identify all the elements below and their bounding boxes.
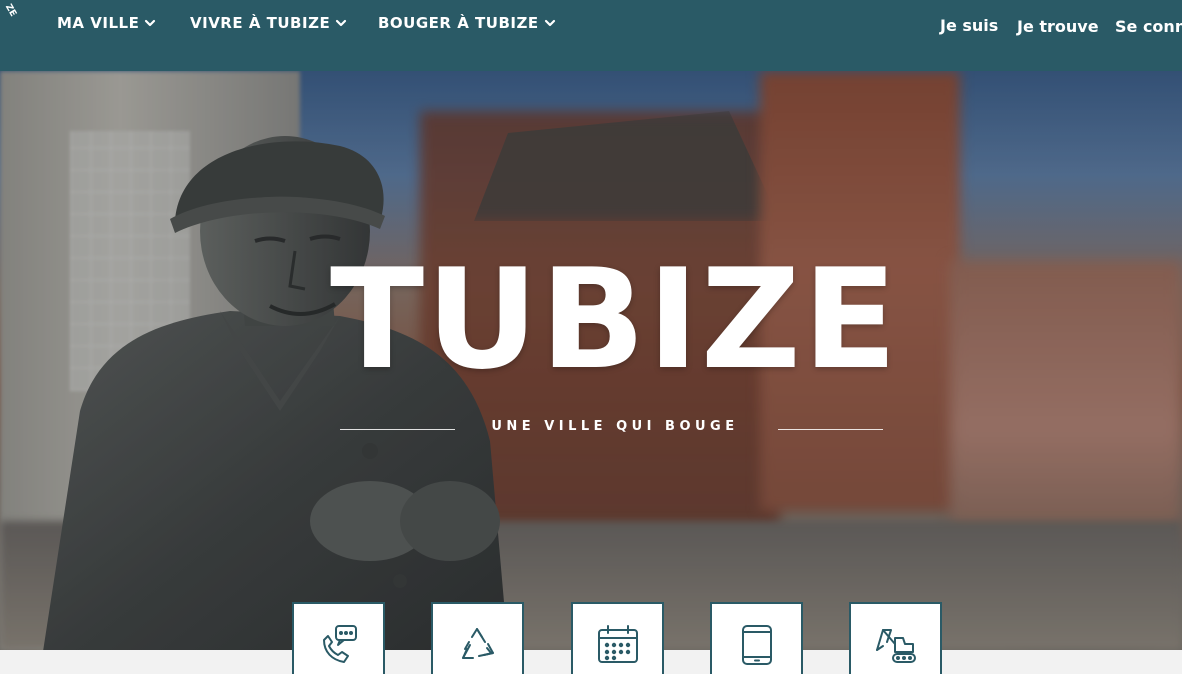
phone-chat-icon [322,625,357,663]
hero-tagline: UNE VILLE QUI BOUGE [491,419,739,434]
quick-access-agenda[interactable] [571,602,664,674]
quick-access-travaux[interactable] [849,602,942,674]
site-logo[interactable]: ZE [0,3,20,28]
tablet-icon [741,625,772,665]
nav-vivre-a-tubize[interactable]: VIVRE À TUBIZE [190,12,347,34]
link-je-trouve[interactable]: Je trouve [1017,15,1099,37]
hero-banner: TUBIZE UNE VILLE QUI BOUGE [0,71,1182,650]
divider-left [340,429,455,430]
nav-vivre-a-tubize-label: VIVRE À TUBIZE [190,14,331,32]
excavator-icon [875,629,916,663]
chevron-down-icon [145,19,156,27]
hero-tagline-block: UNE VILLE QUI BOUGE [340,419,883,441]
hero-title: TUBIZE [330,239,900,400]
link-je-suis[interactable]: Je suis [940,14,998,36]
recycle-icon [461,628,494,659]
quick-access-recycling[interactable] [431,602,524,674]
nav-bouger-a-tubize-label: BOUGER À TUBIZE [378,14,539,32]
quick-access-contact[interactable] [292,602,385,674]
site-header: ZE MA VILLE VIVRE À TUBIZE BOUGER À TUBI… [0,0,1182,71]
link-se-connecter[interactable]: Se conn [1115,15,1182,37]
chevron-down-icon [336,19,347,27]
chevron-down-icon [544,19,555,27]
calendar-icon [597,625,638,663]
quick-access-e-guichet[interactable] [710,602,803,674]
divider-right [778,429,883,430]
nav-ma-ville[interactable]: MA VILLE [57,12,156,34]
nav-bouger-a-tubize[interactable]: BOUGER À TUBIZE [378,12,556,34]
nav-ma-ville-label: MA VILLE [57,14,140,32]
